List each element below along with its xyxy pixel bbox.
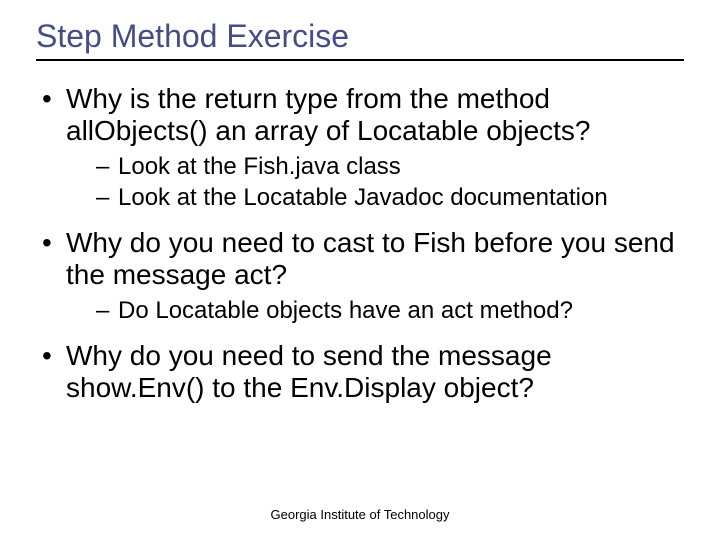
bullet-item: Why do you need to cast to Fish before y… [36, 227, 684, 326]
bullet-text: Why do you need to cast to Fish before y… [66, 227, 675, 290]
sub-item: Look at the Locatable Javadoc documentat… [66, 184, 684, 213]
slide-title: Step Method Exercise [36, 18, 684, 61]
sub-item: Do Locatable objects have an act method? [66, 297, 684, 326]
bullet-list: Why is the return type from the method a… [36, 83, 684, 405]
sub-item: Look at the Fish.java class [66, 153, 684, 182]
sub-list: Do Locatable objects have an act method? [66, 297, 684, 326]
slide: Step Method Exercise Why is the return t… [0, 0, 720, 540]
sub-list: Look at the Fish.java class Look at the … [66, 153, 684, 213]
bullet-item: Why is the return type from the method a… [36, 83, 684, 213]
bullet-item: Why do you need to send the message show… [36, 340, 684, 404]
footer-text: Georgia Institute of Technology [0, 507, 720, 522]
bullet-text: Why do you need to send the message show… [66, 340, 552, 403]
bullet-text: Why is the return type from the method a… [66, 83, 591, 146]
